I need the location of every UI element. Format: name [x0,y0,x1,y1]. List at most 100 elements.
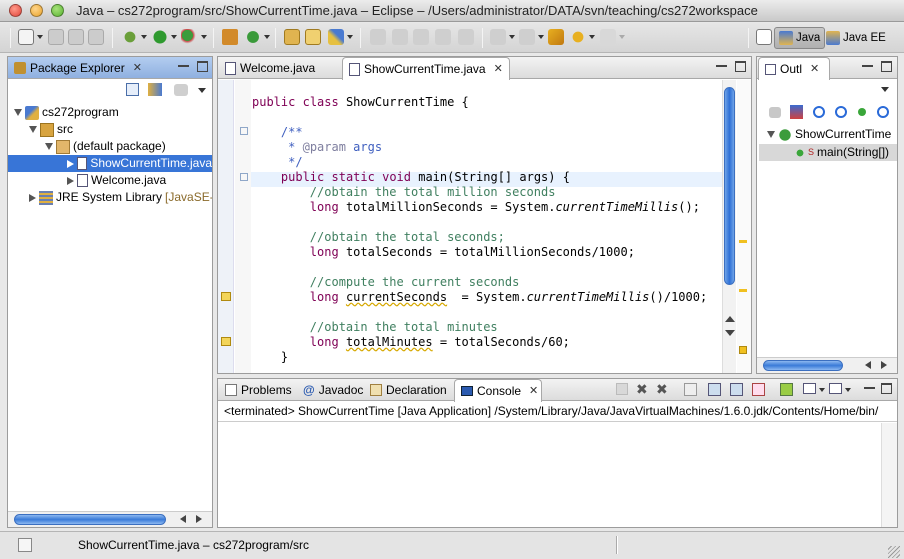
forward-icon[interactable] [600,29,616,45]
scroll-right-icon[interactable] [196,515,202,523]
close-icon[interactable]: ✕ [529,381,538,402]
display-selected-console-icon[interactable] [780,383,793,396]
editor-vertical-scrollbar[interactable] [722,80,736,373]
open-perspective-icon[interactable] [756,29,772,45]
last-edit-location-icon[interactable] [548,29,564,45]
search-icon[interactable] [328,29,344,45]
close-icon[interactable]: ✕ [810,59,819,80]
tab-showcurrenttime-java[interactable]: ShowCurrentTime.java ✕ [342,57,510,80]
external-tools-dropdown-icon[interactable] [201,35,207,39]
show-console-icon[interactable] [752,383,765,396]
terminate-icon[interactable] [616,383,628,395]
tree-item-showcurrenttime[interactable]: ShowCurrentTime.java [8,155,212,172]
expand-arrow-icon[interactable] [29,193,36,202]
scroll-right-icon[interactable] [881,361,887,369]
view-menu-icon[interactable] [198,88,206,93]
tab-problems[interactable]: Problems [219,379,297,401]
hide-static-icon[interactable] [835,106,847,118]
tree-item-default-package[interactable]: (default package) [45,138,166,155]
scrollbar-thumb[interactable] [14,514,166,525]
outline-horizontal-scrollbar[interactable] [757,357,897,373]
console-vertical-scrollbar[interactable] [881,423,897,527]
run-icon[interactable] [152,29,168,45]
warning-summary-icon[interactable] [739,346,747,354]
open-type-icon[interactable] [284,29,300,45]
minimize-view-icon[interactable] [178,65,189,67]
previous-annotation-icon[interactable] [519,29,535,45]
scroll-up-icon[interactable] [725,316,735,322]
clear-console-icon[interactable] [684,383,697,396]
tree-item-src[interactable]: src [29,121,73,138]
outline-item-class[interactable]: ShowCurrentTime [767,126,891,143]
hide-non-public-icon[interactable] [858,108,866,116]
show-source-icon[interactable] [458,29,474,45]
view-menu-icon[interactable] [881,87,889,92]
scrollbar-thumb[interactable] [724,87,735,285]
forward-dropdown-icon[interactable] [619,35,625,39]
minimize-view-icon[interactable] [862,65,873,67]
minimize-window-button[interactable] [30,4,43,17]
new-icon[interactable] [18,29,34,45]
toggle-edit-icon[interactable] [392,29,408,45]
tab-package-explorer[interactable]: Package Explorer ✕ [8,57,142,79]
java-perspective-button[interactable]: Java [774,27,826,49]
tree-item-jre[interactable]: JRE System Library [JavaSE-1 [29,189,212,206]
save-all-icon[interactable] [68,29,84,45]
expand-arrow-icon[interactable] [67,176,74,185]
maximize-view-icon[interactable] [881,61,892,72]
hide-fields-icon[interactable] [813,106,825,118]
remove-all-terminated-icon[interactable]: ✖ [656,381,668,398]
scroll-left-icon[interactable] [865,361,871,369]
debug-dropdown-icon[interactable] [141,35,147,39]
show-whitespace-icon[interactable] [435,29,451,45]
filters-icon[interactable] [174,84,188,96]
scroll-down-icon[interactable] [725,330,735,336]
search-dropdown-icon[interactable] [347,35,353,39]
scrollbar-thumb[interactable] [763,360,843,371]
tree-item-welcome[interactable]: Welcome.java [67,172,166,189]
new-console-dropdown-icon[interactable] [845,388,851,392]
new-dropdown-icon[interactable] [37,35,43,39]
close-icon[interactable]: ✕ [133,58,142,79]
horizontal-scrollbar[interactable] [8,511,212,527]
tab-welcome-java[interactable]: Welcome.java [219,57,338,79]
focus-icon[interactable] [769,107,781,118]
remove-launch-icon[interactable]: ✖ [636,381,648,398]
block-selection-icon[interactable] [413,29,429,45]
minimize-view-icon[interactable] [716,65,727,67]
expand-arrow-icon[interactable] [45,143,53,150]
tab-declaration[interactable]: Declaration [364,379,454,401]
scroll-lock-icon[interactable] [708,383,721,396]
back-dropdown-icon[interactable] [589,35,595,39]
expand-arrow-icon[interactable] [67,159,74,168]
open-console-dropdown-icon[interactable] [819,388,825,392]
scroll-left-icon[interactable] [180,515,186,523]
run-dropdown-icon[interactable] [171,35,177,39]
print-icon[interactable] [88,29,104,45]
new-console-icon[interactable] [829,383,842,394]
expand-arrow-icon[interactable] [767,131,775,138]
zoom-window-button[interactable] [51,4,64,17]
new-class-dropdown-icon[interactable] [264,35,270,39]
code-editor[interactable]: public class ShowCurrentTime { /** * @pa… [218,95,722,375]
open-console-icon[interactable] [803,383,816,394]
tab-javadoc[interactable]: @ Javadoc [297,379,364,401]
maximize-view-icon[interactable] [197,61,208,72]
next-annotation-dropdown-icon[interactable] [509,35,515,39]
collapse-all-icon[interactable] [126,83,139,96]
new-java-class-icon[interactable] [245,29,261,45]
console-output[interactable] [218,423,881,527]
minimize-view-icon[interactable] [864,387,875,389]
warning-marker[interactable] [739,240,747,243]
tab-console[interactable]: Console ✕ [454,379,542,402]
close-window-button[interactable] [9,4,22,17]
outline-item-main[interactable]: S main(String[]) [759,144,897,161]
maximize-view-icon[interactable] [881,383,892,394]
back-icon[interactable] [570,29,586,45]
external-tools-icon[interactable] [181,29,197,45]
close-icon[interactable]: ✕ [494,59,503,80]
fast-view-icon[interactable] [18,538,32,552]
debug-icon[interactable] [122,29,138,45]
link-with-editor-icon[interactable] [148,83,162,96]
resize-grip-icon[interactable] [888,546,900,558]
